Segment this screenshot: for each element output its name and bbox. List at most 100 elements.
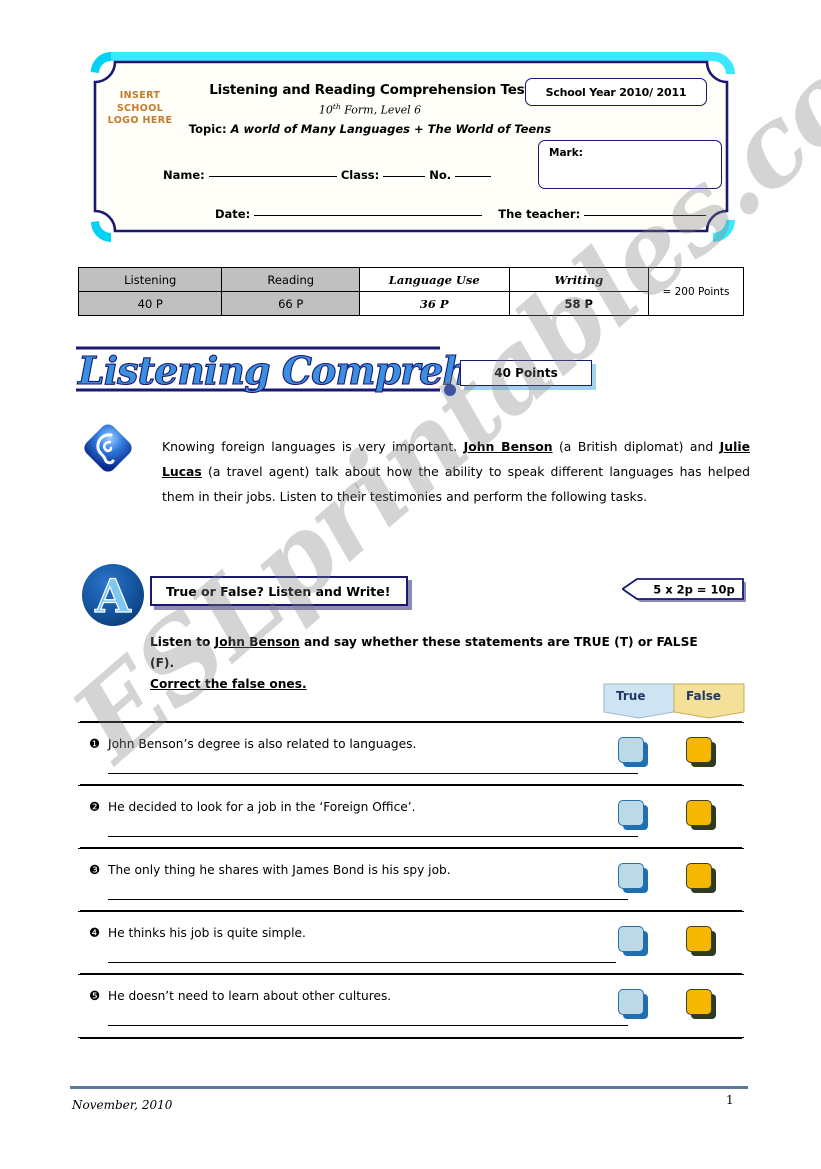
svg-text:5 x 2p = 10p: 5 x 2p = 10p bbox=[653, 583, 735, 597]
question-row: ❷ He decided to look for a job in the ‘Fo… bbox=[78, 785, 744, 848]
correction-answer-line[interactable] bbox=[108, 836, 638, 837]
intro-name-john-benson: John Benson bbox=[463, 439, 553, 454]
correction-answer-line[interactable] bbox=[108, 773, 638, 774]
false-answer-checkbox[interactable] bbox=[686, 737, 716, 767]
ear-icon-graphic bbox=[84, 424, 132, 472]
question-number: ❸ bbox=[89, 862, 101, 877]
mark-box[interactable]: Mark: bbox=[538, 140, 722, 189]
table-row-values: 40 P 66 P 36 P 58 P bbox=[77, 291, 744, 316]
section-points-badge: 40 Points bbox=[460, 360, 596, 390]
true-answer-checkbox[interactable] bbox=[618, 863, 648, 893]
true-answer-checkbox[interactable] bbox=[618, 989, 648, 1019]
question-number: ❹ bbox=[89, 925, 101, 940]
class-label: Class: bbox=[340, 168, 380, 182]
class-input-line[interactable] bbox=[383, 176, 426, 177]
name-input-line[interactable] bbox=[208, 176, 337, 177]
checkbox-face bbox=[618, 989, 644, 1015]
footer-divider bbox=[70, 1086, 748, 1089]
checkbox-face bbox=[618, 800, 644, 826]
checkbox-face bbox=[686, 737, 712, 763]
ear-icon bbox=[80, 420, 136, 476]
questions-list: ❶ John Benson’s degree is also related to… bbox=[78, 722, 744, 1038]
school-year-box: School Year 2010/ 2011 bbox=[525, 78, 707, 106]
date-input-line[interactable] bbox=[254, 215, 483, 216]
intro-part-2: (a British diplomat) and bbox=[552, 439, 720, 454]
question-text: He doesn’t need to learn about other cul… bbox=[108, 989, 392, 1003]
intro-part-1: Knowing foreign languages is very import… bbox=[162, 439, 464, 454]
logo-line-1: INSERT bbox=[119, 90, 161, 101]
cell-value-writing: 58 P bbox=[508, 291, 650, 316]
instruction-name: John Benson bbox=[214, 635, 300, 649]
cell-value-listening: 40 P bbox=[77, 291, 223, 316]
points-table: Listening Reading Language Use Writing =… bbox=[77, 267, 744, 316]
header-content: INSERT SCHOOL LOGO HERE Listening and Re… bbox=[85, 50, 737, 243]
task-points-badge-graphic: 5 x 2p = 10p bbox=[620, 578, 746, 602]
question-row: ❸ The only thing he shares with James Bon… bbox=[78, 848, 744, 911]
false-answer-checkbox[interactable] bbox=[686, 863, 716, 893]
mark-label: Mark: bbox=[549, 147, 583, 159]
cell-header-listening: Listening bbox=[77, 267, 223, 292]
page-title: Listening and Reading Comprehension Test bbox=[209, 82, 531, 98]
question-number: ❶ bbox=[89, 736, 101, 751]
checkbox-face bbox=[618, 737, 644, 763]
date-teacher-row: Date: The teacher: bbox=[215, 207, 707, 221]
instruction-line-2: Correct the false ones. bbox=[150, 677, 307, 691]
topic-value: A world of Many Languages + The World of… bbox=[230, 122, 552, 136]
correction-answer-line[interactable] bbox=[108, 1025, 628, 1026]
instruction-part-1: Listen to bbox=[150, 635, 215, 649]
task-heading-label: True or False? Listen and Write! bbox=[150, 576, 408, 606]
svg-text:Listening Comprehension: Listening Comprehension bbox=[77, 348, 472, 393]
teacher-input-line[interactable] bbox=[584, 215, 707, 216]
true-column-label: True bbox=[616, 689, 646, 703]
cell-header-language-use: Language Use bbox=[358, 267, 510, 292]
false-answer-checkbox[interactable] bbox=[686, 989, 716, 1019]
cell-value-reading: 66 P bbox=[221, 291, 360, 316]
cell-header-reading: Reading bbox=[221, 267, 360, 292]
table-row-headers: Listening Reading Language Use Writing =… bbox=[77, 267, 744, 316]
question-row: ❹ He thinks his job is quite simple. bbox=[78, 911, 744, 974]
teacher-label: The teacher: bbox=[498, 207, 581, 221]
svg-text:A: A bbox=[94, 569, 132, 623]
true-answer-checkbox[interactable] bbox=[618, 800, 648, 830]
question-text: The only thing he shares with James Bond… bbox=[108, 863, 451, 877]
question-number: ❷ bbox=[89, 799, 101, 814]
topic-line: Topic: A world of Many Languages + The W… bbox=[165, 122, 575, 136]
intro-part-3: (a travel agent) talk about how the abil… bbox=[162, 464, 750, 504]
question-number: ❺ bbox=[89, 988, 101, 1003]
school-year-label: School Year 2010/ 2011 bbox=[545, 85, 687, 99]
cell-header-writing: Writing bbox=[508, 267, 650, 292]
no-input-line[interactable] bbox=[455, 176, 492, 177]
checkbox-face bbox=[618, 926, 644, 952]
logo-line-2: SCHOOL bbox=[116, 102, 164, 114]
question-row: ❺ He doesn’t need to learn about other cu… bbox=[78, 974, 744, 1038]
cell-value-language-use: 36 P bbox=[358, 291, 510, 316]
no-label: No. bbox=[429, 168, 452, 182]
true-answer-checkbox[interactable] bbox=[618, 737, 648, 767]
correction-answer-line[interactable] bbox=[108, 962, 616, 963]
form-number: 10 bbox=[318, 103, 333, 117]
checkbox-face bbox=[686, 800, 712, 826]
true-answer-checkbox[interactable] bbox=[618, 926, 648, 956]
section-points-badge-label: 40 Points bbox=[460, 360, 592, 386]
question-row: ❶ John Benson’s degree is also related to… bbox=[78, 722, 744, 785]
topic-label: Topic: bbox=[188, 122, 231, 136]
question-text: He decided to look for a job in the ‘For… bbox=[108, 800, 416, 814]
true-false-header: True False bbox=[598, 682, 750, 720]
form-level-text: Form, Level 6 bbox=[340, 103, 422, 117]
question-text: John Benson’s degree is also related to … bbox=[108, 737, 417, 751]
form-level-subtitle: 10th Form, Level 6 bbox=[190, 102, 550, 117]
name-label: Name: bbox=[163, 168, 205, 182]
form-ordinal-suffix: th bbox=[332, 102, 341, 111]
intro-paragraph: Knowing foreign languages is very import… bbox=[162, 434, 750, 509]
checkbox-face bbox=[686, 989, 712, 1015]
false-answer-checkbox[interactable] bbox=[686, 926, 716, 956]
correction-answer-line[interactable] bbox=[108, 899, 628, 900]
false-answer-checkbox[interactable] bbox=[686, 800, 716, 830]
section-title-wordart: Listening Comprehension bbox=[76, 346, 605, 396]
task-letter-a-graphic: A bbox=[82, 564, 144, 626]
checkbox-face bbox=[618, 863, 644, 889]
task-points-badge: 5 x 2p = 10p bbox=[620, 578, 748, 604]
name-class-no-row: Name: Class: No. bbox=[163, 168, 492, 182]
question-text: He thinks his job is quite simple. bbox=[108, 926, 306, 940]
task-heading-box: True or False? Listen and Write! bbox=[150, 576, 412, 610]
